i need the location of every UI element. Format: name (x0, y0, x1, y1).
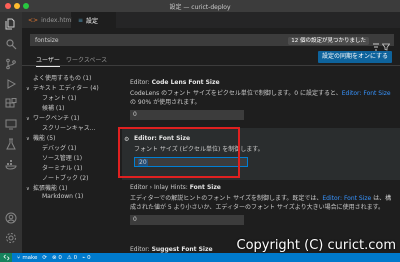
minimize-window-button[interactable] (14, 3, 20, 9)
toc-label: フォント (1) (42, 95, 77, 102)
toc-label: ソース管理 (1) (42, 155, 83, 162)
settings-toc: よく使用するもの (1) ∨ テキスト エディター (4) フォント (1) 候補… (22, 70, 122, 253)
search-icon[interactable] (5, 38, 17, 50)
setting-title: Editor › Inlay Hints: Font Size (130, 184, 392, 191)
run-debug-icon[interactable] (5, 78, 17, 90)
settings-scope-bar: ユーザー ワークスペース 設定の同期をオンにする (22, 51, 400, 67)
filter-icon[interactable] (381, 36, 391, 51)
toc-label: Markdown (1) (42, 193, 84, 200)
toc-item-features[interactable]: ∨ 機能 (5) (26, 133, 55, 142)
setting-name: Font Size (189, 184, 221, 191)
toc-item-screencast[interactable]: スクリーンキャス... (42, 123, 95, 132)
setting-suggest-font-size: Editor: Suggest Font Size (130, 246, 213, 253)
html-file-icon: <> (28, 16, 39, 24)
chevron-down-icon: ∨ (26, 186, 30, 192)
remote-indicator-icon[interactable] (0, 253, 12, 262)
files-icon[interactable] (5, 18, 17, 30)
toc-label: 候補 (1) (42, 105, 65, 112)
toc-label: スクリーンキャス... (42, 125, 96, 132)
toc-item-debug[interactable]: デバッグ (1) (42, 143, 76, 152)
tab-index-html[interactable]: <> index.html (22, 12, 74, 28)
status-errors[interactable]: ⊗ 0 (52, 255, 62, 261)
setting-title: Editor: Code Lens Font Size (130, 79, 392, 86)
close-window-button[interactable] (5, 3, 11, 9)
copyright-watermark: Copyright (C) curict.com (236, 238, 397, 253)
toc-item-terminal[interactable]: ターミナル (1) (42, 163, 82, 172)
code-lens-font-size-input[interactable]: 0 (130, 110, 244, 120)
toc-item-markdown[interactable]: Markdown (1) (42, 193, 83, 200)
toc-item-font[interactable]: フォント (1) (42, 93, 76, 102)
status-branch[interactable]: make (22, 255, 37, 261)
desc-text: の 90% が使用されます。 (130, 99, 201, 106)
toc-item-notebook[interactable]: ノートブック (2) (42, 173, 88, 182)
setting-name: Code Lens Font Size (151, 79, 220, 86)
account-icon[interactable] (5, 212, 17, 224)
toc-item-text-editor[interactable]: ∨ テキスト エディター (4) (26, 83, 99, 92)
inlay-hints-font-size-input[interactable]: 0 (130, 215, 244, 225)
chevron-down-icon: ∨ (26, 136, 30, 142)
extensions-icon[interactable] (5, 98, 17, 110)
tab-workspace-settings[interactable]: ワークスペース (66, 55, 107, 64)
toc-label: 機能 (5) (33, 135, 56, 142)
toc-label: ワークベンチ (1) (33, 115, 80, 122)
manage-gear-icon[interactable] (5, 232, 17, 244)
setting-name: Suggest Font Size (151, 246, 213, 253)
setting-category: Editor: (130, 246, 152, 253)
toc-item-extensions[interactable]: ∨ 拡張機能 (1) (26, 183, 67, 192)
setting-description: CodeLens のフォント サイズをピクセル単位で制御します。0 に設定すると… (130, 89, 392, 107)
title-bar: 設定 — curict-deploy (0, 0, 400, 12)
toc-item-commonly-used[interactable]: よく使用するもの (1) (26, 73, 91, 82)
toc-item-scm[interactable]: ソース管理 (1) (42, 153, 82, 162)
search-query: fontsize (35, 37, 59, 44)
clear-filter-icon[interactable] (372, 36, 380, 51)
toc-label: ターミナル (1) (42, 165, 83, 172)
toc-label: テキスト エディター (4) (33, 85, 99, 92)
chevron-down-icon: ∨ (26, 116, 30, 122)
annotation-highlight-box (118, 127, 240, 178)
setting-link[interactable]: Editor: Font Size (342, 90, 391, 97)
setting-description: エディターでの解説ヒントのフォント サイズを制御します。既定では、Editor:… (130, 194, 392, 212)
activity-bar (0, 12, 22, 253)
setting-link[interactable]: Editor: Font Size (322, 195, 371, 202)
status-ports[interactable]: ⌁ 0 (82, 255, 91, 261)
window-title: 設定 — curict-deploy (169, 3, 231, 11)
toc-label: ノートブック (2) (42, 175, 89, 182)
setting-title: Editor: Suggest Font Size (130, 246, 213, 253)
toc-item-suggestions[interactable]: 候補 (1) (42, 103, 64, 112)
source-control-icon[interactable] (5, 58, 17, 70)
branch-icon: ⑂ (17, 254, 21, 261)
tab-label: index.html (41, 16, 74, 24)
toc-label: よく使用するもの (1) (33, 75, 92, 82)
setting-category: Editor › Inlay Hints: (130, 184, 190, 191)
turn-on-settings-sync-button[interactable]: 設定の同期をオンにする (317, 51, 392, 63)
search-result-count: 12 個の設定が見つかりました (288, 37, 369, 45)
setting-code-lens-font-size: Editor: Code Lens Font Size CodeLens のフォ… (130, 79, 392, 120)
setting-inlay-hints-font-size: Editor › Inlay Hints: Font Size エディターでの解… (130, 184, 392, 225)
chevron-down-icon: ∨ (26, 86, 30, 92)
tab-settings[interactable]: ≡ 設定 (72, 12, 116, 28)
status-warnings[interactable]: ⚠ 0 (67, 255, 77, 261)
setting-category: Editor: (130, 79, 152, 86)
settings-file-icon: ≡ (78, 16, 84, 24)
settings-search-input[interactable]: fontsize 12 個の設定が見つかりました (30, 34, 394, 51)
desc-text: CodeLens のフォント サイズをピクセル単位で制御します。0 に設定すると… (130, 90, 342, 97)
toc-item-workbench[interactable]: ∨ ワークベンチ (1) (26, 113, 79, 122)
docker-icon[interactable] (5, 158, 17, 170)
remote-explorer-icon[interactable] (5, 118, 17, 130)
zoom-window-button[interactable] (23, 3, 29, 9)
tab-user-settings[interactable]: ユーザー (36, 55, 60, 67)
tab-label: 設定 (86, 17, 99, 25)
editor-tabs: <> index.html ≡ 設定 (22, 12, 400, 28)
window-controls[interactable] (5, 3, 29, 9)
status-bar: ⑂ make ⟳ ⊗ 0 ⚠ 0 ⌁ 0 (0, 253, 400, 262)
sync-icon[interactable]: ⟳ (42, 255, 47, 261)
desc-text: エディターでの解説ヒントのフォント サイズを制御します。既定では、 (130, 195, 323, 202)
testing-icon[interactable] (5, 138, 17, 150)
toc-label: デバッグ (1) (42, 145, 77, 152)
toc-label: 拡張機能 (1) (33, 185, 68, 192)
settings-search-row: fontsize 12 個の設定が見つかりました (22, 28, 400, 52)
